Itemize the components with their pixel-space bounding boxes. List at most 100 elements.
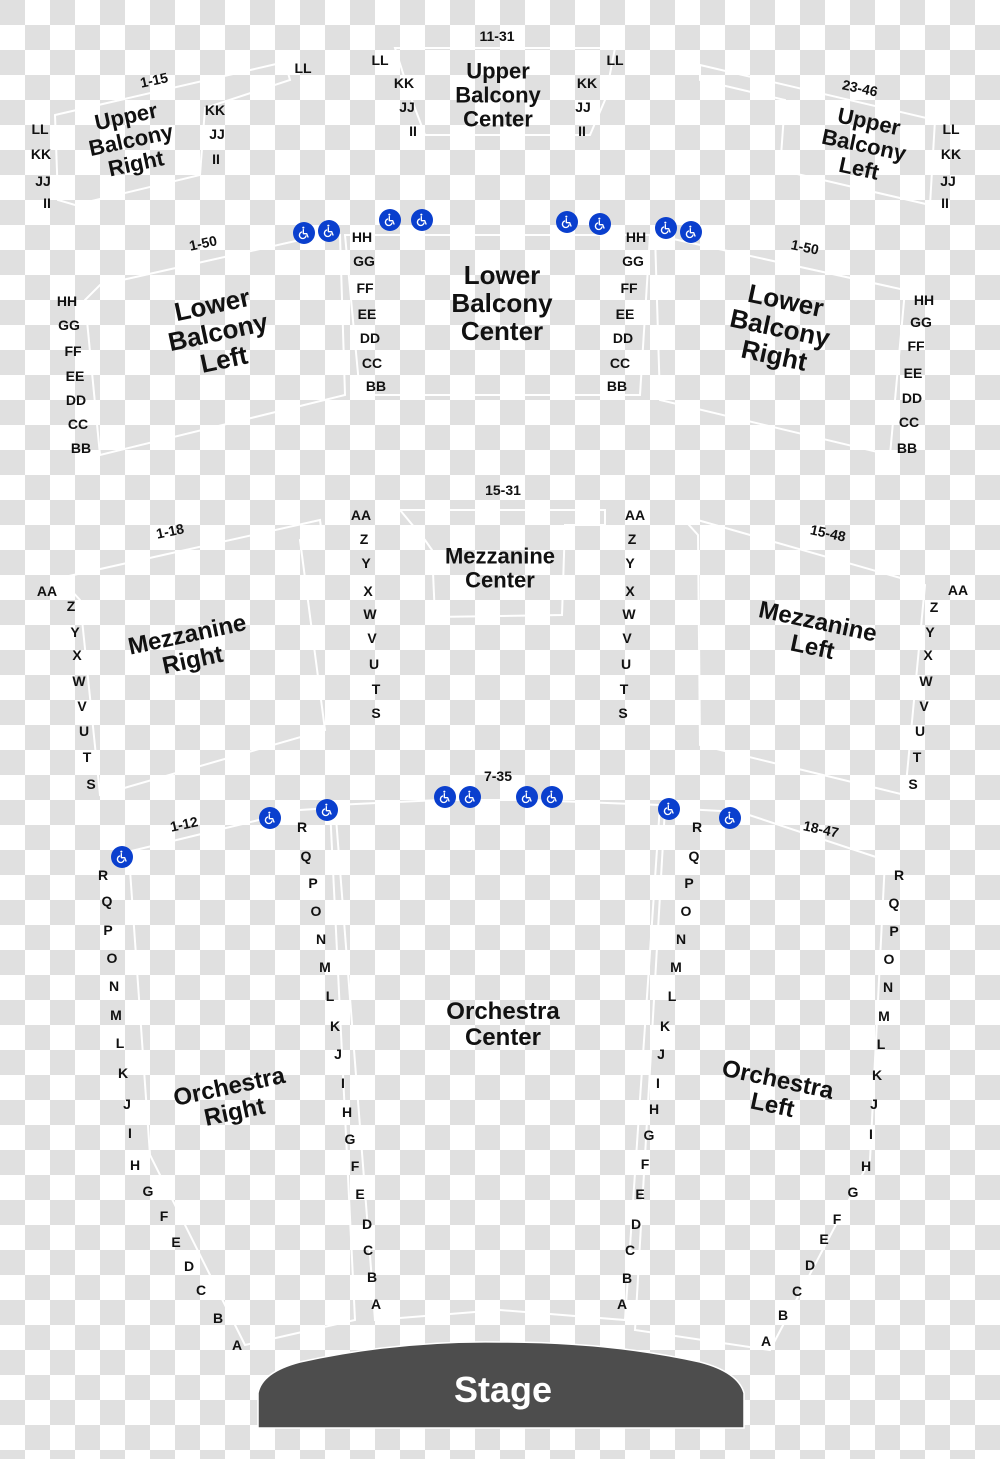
- row-label: E: [171, 1234, 181, 1250]
- wheelchair-icon: [316, 799, 338, 821]
- wheelchair-icon: [680, 221, 702, 243]
- row-label: A: [760, 1333, 772, 1349]
- row-label: T: [619, 681, 629, 697]
- row-label: R: [296, 819, 308, 835]
- row-label: X: [363, 583, 373, 599]
- wheelchair-icon: [411, 209, 433, 231]
- section-upper-balcony-center[interactable]: Upper Balcony Center: [455, 59, 541, 130]
- row-label: E: [819, 1231, 829, 1247]
- row-label: S: [86, 776, 96, 792]
- row-label: J: [334, 1046, 342, 1062]
- row-label: HH: [351, 229, 373, 245]
- row-label: S: [908, 776, 918, 792]
- row-label: C: [362, 1242, 374, 1258]
- row-label: O: [106, 950, 118, 966]
- row-label: LL: [371, 52, 389, 68]
- row-label: DD: [612, 330, 634, 346]
- row-label: Z: [359, 531, 369, 547]
- wheelchair-icon: [719, 807, 741, 829]
- row-label: D: [183, 1258, 195, 1274]
- row-label: EE: [615, 306, 635, 322]
- row-label: LL: [606, 52, 624, 68]
- row-label: JJ: [940, 173, 956, 189]
- row-label: W: [919, 673, 933, 689]
- row-label: M: [878, 1008, 890, 1024]
- row-label: P: [103, 922, 113, 938]
- row-label: I: [656, 1075, 660, 1091]
- row-label: DD: [901, 390, 923, 406]
- row-label: T: [371, 681, 381, 697]
- row-label: J: [123, 1096, 131, 1112]
- row-label: LL: [31, 121, 49, 137]
- wheelchair-icon: [556, 211, 578, 233]
- row-label: HH: [913, 292, 935, 308]
- wheelchair-icon: [658, 798, 680, 820]
- wheelchair-icon: [541, 786, 563, 808]
- section-lower-balcony-center[interactable]: Lower Balcony Center: [451, 261, 552, 345]
- row-label: W: [363, 606, 377, 622]
- row-label: E: [355, 1186, 365, 1202]
- row-label: A: [616, 1296, 628, 1312]
- wheelchair-icon: [379, 209, 401, 231]
- row-label: II: [941, 195, 949, 211]
- row-label: GG: [353, 253, 375, 269]
- wheelchair-icon: [434, 786, 456, 808]
- wheelchair-icon: [293, 222, 315, 244]
- row-label: K: [117, 1065, 129, 1081]
- row-label: GG: [622, 253, 644, 269]
- row-label: S: [371, 705, 381, 721]
- row-label: KK: [30, 146, 52, 162]
- row-label: CC: [898, 414, 920, 430]
- wheelchair-icon: [318, 220, 340, 242]
- section-mezzanine-center[interactable]: Mezzanine Center: [445, 544, 555, 592]
- row-label: L: [667, 988, 677, 1004]
- row-label: M: [110, 1007, 122, 1023]
- row-label: G: [344, 1131, 356, 1147]
- row-label: Z: [929, 599, 939, 615]
- row-label: W: [622, 606, 636, 622]
- row-label: HH: [56, 293, 78, 309]
- row-label: E: [635, 1186, 645, 1202]
- row-label: V: [622, 630, 632, 646]
- row-label: D: [361, 1216, 373, 1232]
- row-label: M: [319, 959, 331, 975]
- row-label: AA: [36, 583, 58, 599]
- row-label: N: [315, 931, 327, 947]
- row-label: EE: [65, 368, 85, 384]
- row-label: D: [630, 1216, 642, 1232]
- row-label: M: [670, 959, 682, 975]
- row-label: BB: [606, 378, 628, 394]
- row-label: AA: [947, 582, 969, 598]
- section-orchestra-center[interactable]: Orchestra Center: [446, 999, 559, 1051]
- row-label: C: [624, 1242, 636, 1258]
- row-label: II: [578, 123, 586, 139]
- row-label: F: [350, 1158, 360, 1174]
- row-label: HH: [625, 229, 647, 245]
- row-label: GG: [910, 314, 932, 330]
- row-label: X: [923, 647, 933, 663]
- wheelchair-icon: [459, 786, 481, 808]
- row-label: KK: [204, 102, 226, 118]
- row-label: A: [370, 1296, 382, 1312]
- row-label: V: [77, 698, 87, 714]
- row-label: B: [366, 1269, 378, 1285]
- row-label: Y: [925, 624, 935, 640]
- row-label: K: [659, 1018, 671, 1034]
- row-label: R: [691, 819, 703, 835]
- row-label: U: [78, 723, 90, 739]
- row-label: FF: [907, 338, 925, 354]
- row-label: Q: [888, 895, 900, 911]
- row-label: I: [869, 1126, 873, 1142]
- row-label: FF: [356, 280, 374, 296]
- row-label: KK: [940, 146, 962, 162]
- row-label: U: [914, 723, 926, 739]
- row-label: Y: [361, 555, 371, 571]
- row-label: Q: [688, 848, 700, 864]
- row-label: F: [832, 1211, 842, 1227]
- row-label: N: [108, 978, 120, 994]
- row-label: CC: [67, 416, 89, 432]
- row-label: EE: [357, 306, 377, 322]
- row-label: JJ: [575, 99, 591, 115]
- seat-range: 7-35: [483, 768, 513, 784]
- wheelchair-icon: [516, 786, 538, 808]
